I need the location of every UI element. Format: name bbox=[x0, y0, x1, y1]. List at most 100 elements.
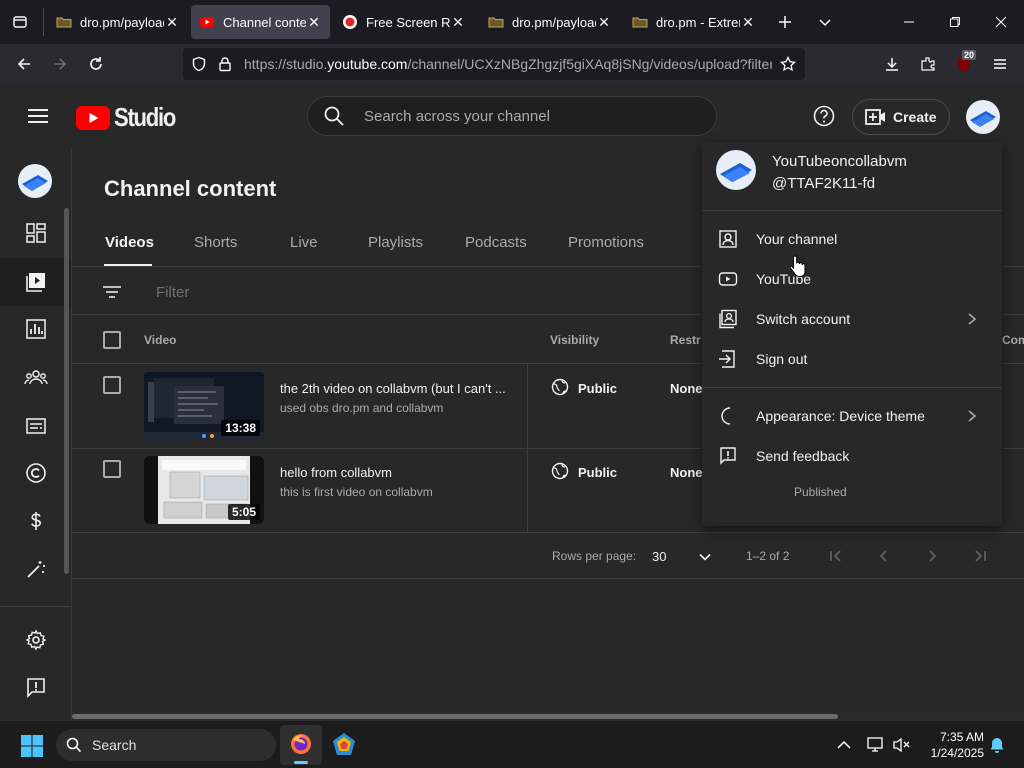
analytics-icon[interactable] bbox=[16, 309, 56, 349]
video-thumbnail[interactable]: 13:38 bbox=[144, 372, 264, 440]
subtitles-icon[interactable] bbox=[16, 406, 56, 446]
tab-dro-pm-extreme[interactable]: dro.pm - Extrem ✕ bbox=[624, 5, 764, 39]
help-icon[interactable] bbox=[812, 104, 836, 128]
tab-videos[interactable]: Videos bbox=[105, 234, 154, 251]
video-description: this is first video on collabvm bbox=[280, 485, 433, 499]
video-title[interactable]: hello from collabvm bbox=[280, 465, 392, 480]
column-comments[interactable]: Com bbox=[1002, 333, 1024, 347]
video-description: used obs dro.pm and collabvm bbox=[280, 401, 444, 415]
customization-icon[interactable] bbox=[16, 549, 56, 589]
bookmark-star-icon[interactable] bbox=[780, 56, 796, 72]
previous-page-icon[interactable] bbox=[876, 548, 892, 564]
menu-footer-text: Published bbox=[794, 485, 847, 499]
tab-channel-content[interactable]: Channel content ✕ bbox=[191, 5, 330, 39]
new-tab-icon[interactable] bbox=[772, 10, 798, 34]
tab-free-screen-recorder[interactable]: Free Screen Reco ✕ bbox=[334, 5, 474, 39]
close-tab-icon[interactable]: ✕ bbox=[450, 14, 466, 30]
tab-overview-icon[interactable] bbox=[8, 10, 32, 34]
community-icon[interactable] bbox=[16, 358, 56, 398]
first-page-icon[interactable] bbox=[828, 548, 844, 564]
search-input[interactable]: Search across your channel bbox=[364, 108, 550, 125]
close-tab-icon[interactable]: ✕ bbox=[596, 14, 612, 30]
forward-icon[interactable] bbox=[44, 48, 76, 80]
tab-playlists[interactable]: Playlists bbox=[368, 234, 423, 251]
row-checkbox[interactable] bbox=[103, 460, 121, 478]
tracking-protection-icon[interactable] bbox=[191, 56, 207, 72]
search-box[interactable]: Search across your channel bbox=[307, 96, 717, 136]
column-visibility[interactable]: Visibility bbox=[550, 333, 599, 347]
horizontal-scrollbar[interactable] bbox=[72, 712, 1024, 720]
lock-icon[interactable] bbox=[217, 56, 233, 72]
sidebar-scrollbar[interactable] bbox=[64, 208, 69, 574]
close-tab-icon[interactable]: ✕ bbox=[740, 14, 756, 30]
reload-icon[interactable] bbox=[80, 48, 112, 80]
copyright-icon[interactable] bbox=[16, 453, 56, 493]
last-page-icon[interactable] bbox=[972, 548, 988, 564]
back-icon[interactable] bbox=[8, 48, 40, 80]
menu-divider bbox=[702, 210, 1002, 211]
taskbar-firefox[interactable] bbox=[280, 725, 322, 765]
menu-item-your-channel[interactable]: Your channel bbox=[702, 219, 1002, 259]
hamburger-menu-icon[interactable] bbox=[24, 104, 52, 128]
earn-icon[interactable] bbox=[16, 501, 56, 541]
tab-promotions[interactable]: Promotions bbox=[568, 234, 644, 251]
minimize-icon[interactable] bbox=[886, 0, 932, 44]
taskbar-app-icon[interactable] bbox=[331, 732, 357, 758]
column-video[interactable]: Video bbox=[144, 333, 176, 347]
extensions-icon[interactable] bbox=[912, 48, 944, 80]
youtube-logo-icon bbox=[76, 105, 110, 130]
tab-title: dro.pm/payload bbox=[512, 14, 596, 30]
dashboard-icon[interactable] bbox=[16, 213, 56, 253]
select-all-checkbox[interactable] bbox=[103, 331, 121, 349]
show-hidden-icons[interactable] bbox=[836, 737, 852, 753]
create-button[interactable]: Create bbox=[852, 99, 950, 135]
taskbar-search[interactable]: Search bbox=[56, 729, 276, 761]
close-tab-icon[interactable]: ✕ bbox=[306, 14, 322, 30]
filter-icon[interactable] bbox=[100, 282, 124, 302]
app-menu-icon[interactable] bbox=[984, 48, 1016, 80]
video-title[interactable]: the 2th video on collabvm (but I can't .… bbox=[280, 381, 506, 396]
studio-logo[interactable]: Studio bbox=[76, 102, 186, 133]
video-thumbnail[interactable]: 5:05 bbox=[144, 456, 264, 524]
tab-dro-pm-payload-2[interactable]: dro.pm/payload ✕ bbox=[480, 5, 620, 39]
list-all-tabs-icon[interactable] bbox=[812, 10, 838, 34]
visibility-value[interactable]: Public bbox=[578, 381, 617, 396]
next-page-icon[interactable] bbox=[924, 548, 940, 564]
account-avatar[interactable] bbox=[966, 100, 1000, 134]
tab-shorts[interactable]: Shorts bbox=[194, 234, 237, 251]
maximize-icon[interactable] bbox=[932, 0, 978, 44]
volume-muted-icon[interactable] bbox=[892, 736, 912, 754]
url-text[interactable]: https://studio.youtube.com/channel/UCXzN… bbox=[244, 56, 772, 72]
scrollbar-thumb[interactable] bbox=[72, 714, 838, 719]
close-tab-icon[interactable]: ✕ bbox=[164, 14, 180, 30]
ublock-extension-icon[interactable]: 20 bbox=[948, 48, 980, 80]
clock-time: 7:35 AM bbox=[939, 730, 984, 744]
rows-per-page-select[interactable]: 30 bbox=[652, 548, 714, 566]
channel-avatar[interactable] bbox=[18, 164, 52, 198]
content-icon[interactable] bbox=[16, 262, 56, 302]
settings-gear-icon[interactable] bbox=[16, 620, 56, 660]
send-feedback-icon[interactable] bbox=[16, 667, 56, 707]
column-restrictions[interactable]: Restr bbox=[670, 333, 701, 347]
network-icon[interactable] bbox=[866, 736, 886, 754]
clock[interactable]: 7:35 AM 1/24/2025 bbox=[922, 729, 984, 761]
close-window-icon[interactable] bbox=[978, 0, 1024, 44]
folder-icon bbox=[56, 17, 72, 28]
notification-bell-icon[interactable] bbox=[988, 736, 1006, 754]
menu-item-youtube[interactable]: YouTube bbox=[702, 259, 1002, 299]
filter-input[interactable]: Filter bbox=[156, 284, 189, 301]
downloads-icon[interactable] bbox=[876, 48, 908, 80]
url-bar[interactable]: https://studio.youtube.com/channel/UCXzN… bbox=[183, 48, 805, 80]
windows-taskbar: Search 7:35 AM 1/24/2025 bbox=[0, 720, 1024, 768]
tab-live[interactable]: Live bbox=[290, 234, 318, 251]
windows-start-icon[interactable] bbox=[20, 734, 44, 758]
pagination-divider bbox=[72, 578, 1024, 579]
visibility-value[interactable]: Public bbox=[578, 465, 617, 480]
menu-item-switch-account[interactable]: Switch account bbox=[702, 299, 1002, 339]
menu-item-sign-out[interactable]: Sign out bbox=[702, 339, 1002, 379]
tab-podcasts[interactable]: Podcasts bbox=[465, 234, 527, 251]
menu-item-send-feedback[interactable]: Send feedback bbox=[702, 436, 1002, 476]
menu-item-appearance[interactable]: Appearance: Device theme bbox=[702, 396, 1002, 436]
tab-dro-pm-payload-1[interactable]: dro.pm/payload ✕ bbox=[48, 5, 188, 39]
row-checkbox[interactable] bbox=[103, 376, 121, 394]
